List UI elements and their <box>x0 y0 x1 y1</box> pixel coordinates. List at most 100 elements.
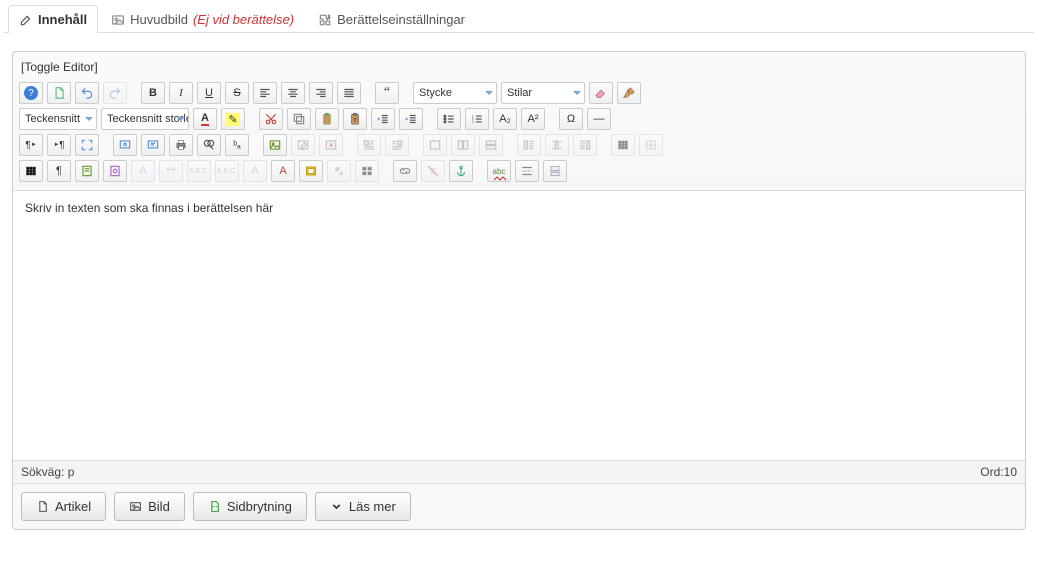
tab-content[interactable]: Innehåll <box>8 5 98 33</box>
fullscreen-button[interactable] <box>75 134 99 156</box>
cut-button[interactable] <box>259 108 283 130</box>
bold-button[interactable]: B <box>141 82 165 104</box>
textcolor-button[interactable]: A <box>193 108 217 130</box>
image-button[interactable]: Bild <box>114 492 185 521</box>
snippet-button[interactable] <box>103 160 127 182</box>
highlighter-icon: ✎ <box>226 113 239 126</box>
pilcrow-icon: ¶ <box>56 165 62 177</box>
anchor-button[interactable] <box>449 160 473 182</box>
styles-select[interactable]: Stilar <box>501 82 585 104</box>
element-path[interactable]: Sökväg: p <box>21 465 74 479</box>
clean-button[interactable] <box>617 82 641 104</box>
float-left-button[interactable] <box>357 134 381 156</box>
source-button[interactable] <box>141 134 165 156</box>
styles-value: Stilar <box>507 87 532 99</box>
col-left-button[interactable] <box>517 134 541 156</box>
fontsize-select[interactable]: Teckensnitt storlek <box>101 108 189 130</box>
template-button[interactable] <box>75 160 99 182</box>
rtl-button[interactable]: ‣¶ <box>47 134 71 156</box>
copy-icon <box>292 112 306 126</box>
strike-icon: S <box>233 87 240 99</box>
indent-button[interactable] <box>399 108 423 130</box>
hr-button[interactable]: ― <box>587 108 611 130</box>
underline-button[interactable]: U <box>197 82 221 104</box>
help-button[interactable]: ? <box>19 82 43 104</box>
print-button[interactable] <box>169 134 193 156</box>
tab-mainimage[interactable]: Huvudbild (Ej vid berättelse) <box>100 5 305 33</box>
layout-3-button[interactable] <box>479 134 503 156</box>
editor-text: Skriv in texten som ska finnas i berätte… <box>25 201 273 215</box>
table-button[interactable] <box>19 160 43 182</box>
redo-icon <box>108 86 122 100</box>
insert-image-button[interactable] <box>263 134 287 156</box>
col-center-button[interactable] <box>545 134 569 156</box>
newdoc-button[interactable] <box>47 82 71 104</box>
acronym-button[interactable]: A.B.C. <box>215 160 239 182</box>
style-a-button[interactable]: A <box>131 160 155 182</box>
paste-text-button[interactable]: T <box>343 108 367 130</box>
float-right-button[interactable] <box>385 134 409 156</box>
redo-button[interactable] <box>103 82 127 104</box>
italic-button[interactable]: I <box>169 82 193 104</box>
article-button[interactable]: Artikel <box>21 492 106 521</box>
strike-button[interactable]: S <box>225 82 249 104</box>
find-button[interactable] <box>197 134 221 156</box>
sixsix-button[interactable]: ❝❝ <box>159 160 183 182</box>
pagebreak-tb-button[interactable] <box>515 160 539 182</box>
align-justify-button[interactable] <box>337 82 361 104</box>
insert-media-button[interactable] <box>299 160 323 182</box>
unlink-button[interactable] <box>421 160 445 182</box>
align-left-button[interactable] <box>253 82 277 104</box>
style-a2-button[interactable]: A <box>243 160 267 182</box>
readmore-tb-button[interactable] <box>543 160 567 182</box>
abbr-button[interactable]: A.B.C. <box>187 160 211 182</box>
col-left-icon <box>522 138 536 152</box>
table-grid-2-button[interactable] <box>639 134 663 156</box>
preview-button[interactable] <box>113 134 137 156</box>
help-icon: ? <box>24 86 38 100</box>
charmap-button[interactable]: Ω <box>559 108 583 130</box>
show-blocks-button[interactable]: ¶ <box>47 160 71 182</box>
toggle-editor-link[interactable]: [Toggle Editor] <box>13 52 1025 80</box>
layout-2-button[interactable] <box>451 134 475 156</box>
align-center-button[interactable] <box>281 82 305 104</box>
align-left-icon <box>258 86 272 100</box>
col-right-icon <box>578 138 592 152</box>
delete-image-button[interactable] <box>319 134 343 156</box>
spellcheck-button[interactable]: abc <box>487 160 511 182</box>
number-list-button[interactable]: 123 <box>465 108 489 130</box>
blockquote-button[interactable]: “ <box>375 82 399 104</box>
status-bar: Sökväg: p Ord:10 <box>13 460 1025 483</box>
bullet-list-button[interactable] <box>437 108 461 130</box>
outdent-button[interactable] <box>371 108 395 130</box>
ltr-button[interactable]: ¶‣ <box>19 134 43 156</box>
replace-button[interactable]: ᵇₐ <box>225 134 249 156</box>
edit-image-button[interactable] <box>291 134 315 156</box>
superscript-button[interactable]: A² <box>521 108 545 130</box>
pagebreak-button[interactable]: Sidbrytning <box>193 492 307 521</box>
layout-1-button[interactable] <box>423 134 447 156</box>
col-right-button[interactable] <box>573 134 597 156</box>
tab-storysettings[interactable]: Berättelseinställningar <box>307 5 476 33</box>
readmore-button[interactable]: Läs mer <box>315 492 411 521</box>
link-button[interactable] <box>393 160 417 182</box>
format-select[interactable]: Stycke <box>413 82 497 104</box>
undo-button[interactable] <box>75 82 99 104</box>
style-a3-button[interactable]: A <box>271 160 295 182</box>
eraser-button[interactable] <box>589 82 613 104</box>
editor-content[interactable]: Skriv in texten som ska finnas i berätte… <box>13 190 1025 460</box>
bgcolor-button[interactable]: ✎ <box>221 108 245 130</box>
table-grid-button[interactable] <box>611 134 635 156</box>
tab-label: Innehåll <box>38 12 87 27</box>
print-icon <box>174 138 188 152</box>
bullet-list-icon <box>442 112 456 126</box>
fontfamily-select[interactable]: Teckensnitt <box>19 108 97 130</box>
media-options-button[interactable] <box>327 160 351 182</box>
copy-button[interactable] <box>287 108 311 130</box>
svg-text:T: T <box>354 117 357 122</box>
image-icon <box>268 138 282 152</box>
align-right-button[interactable] <box>309 82 333 104</box>
subscript-button[interactable]: A₂ <box>493 108 517 130</box>
media-grid-button[interactable] <box>355 160 379 182</box>
paste-button[interactable] <box>315 108 339 130</box>
